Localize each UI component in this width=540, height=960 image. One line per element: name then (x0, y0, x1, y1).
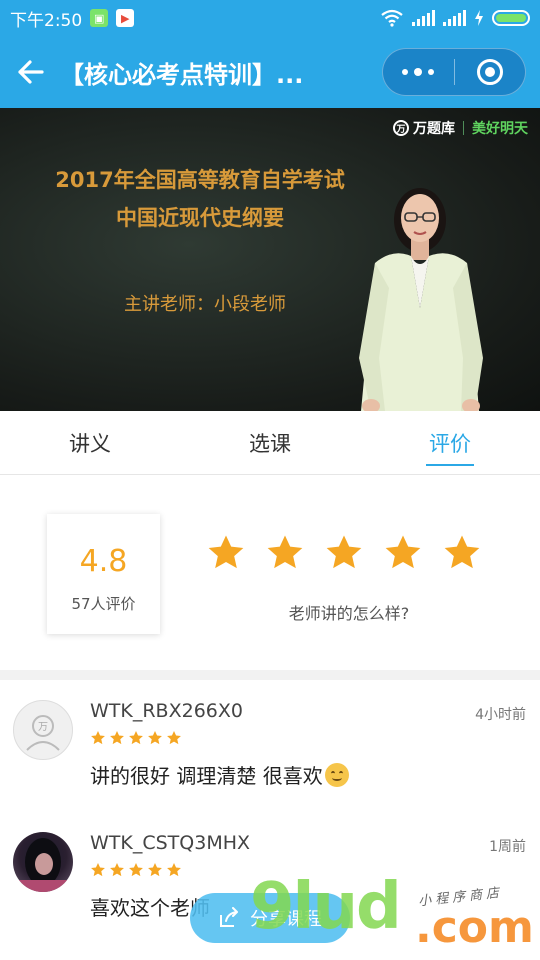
battery-icon (492, 10, 530, 26)
video-player[interactable]: 万 万题库 美好明天 2017年全国高等教育自学考试 中国近现代史纲要 主讲老师… (0, 108, 540, 411)
tab-label: 选课 (249, 431, 291, 456)
brand-name-2: 美好明天 (472, 121, 528, 137)
score-card: 4.8 57人评价 (47, 514, 160, 634)
page-title: 【核心必考点特训】... (60, 60, 304, 89)
comment-stars (90, 730, 182, 746)
user-photo-avatar[interactable] (13, 832, 73, 892)
star-rating-icon[interactable] (442, 533, 482, 573)
tab-reviews[interactable]: 评价 (360, 411, 540, 474)
more-button[interactable] (383, 49, 454, 95)
star-icon (148, 731, 162, 745)
back-arrow-icon (18, 60, 44, 84)
comment-username: WTK_CSTQ3MHX (90, 832, 251, 854)
brand-divider (463, 121, 464, 135)
comment-time: 4小时前 (475, 707, 526, 723)
signal-icon-2 (443, 10, 466, 26)
rating-summary: 4.8 57人评价 老师讲的怎么样? (0, 476, 540, 670)
close-mini-program-button[interactable] (455, 49, 526, 95)
sim-card-icon: ▣ (90, 9, 109, 27)
star-icon (167, 731, 181, 745)
nav-bar: 【核心必考点特训】... (0, 36, 540, 108)
rating-prompt: 老师讲的怎么样? (288, 604, 410, 623)
star-icon (167, 863, 181, 877)
comment-text: 讲的很好 调理清楚 很喜欢 (90, 764, 323, 788)
tab-label: 讲义 (69, 431, 111, 456)
tab-handout[interactable]: 讲义 (0, 411, 180, 474)
rating-count: 57人评价 (71, 595, 136, 613)
video-title-line-2: 中国近现代史纲要 (116, 206, 284, 230)
star-icon (110, 863, 124, 877)
share-icon (220, 907, 238, 927)
smiling-face-emoji (324, 762, 349, 787)
star-rating-icon[interactable] (265, 533, 305, 573)
share-course-button[interactable]: 分享课程 (190, 893, 350, 943)
video-brand: 万 万题库 美好明天 (393, 118, 528, 138)
star-icon (148, 863, 162, 877)
star-rating-icon[interactable] (206, 533, 246, 573)
more-dots-icon (402, 69, 409, 75)
comment-text-row: 讲的很好 调理清楚 很喜欢 (90, 760, 349, 789)
comment-item: 万 WTK_RBX266X0 4小时前 讲的很好 调理清楚 很喜欢 (0, 680, 540, 810)
play-store-icon: ▶ (116, 9, 135, 27)
comment-username: WTK_RBX266X0 (90, 700, 243, 722)
comment-time: 1周前 (489, 839, 526, 855)
star-icon (129, 731, 143, 745)
star-rating-icon[interactable] (324, 533, 364, 573)
average-score: 4.8 (79, 544, 128, 579)
mini-program-capsule (382, 48, 526, 96)
tab-bar: 讲义 选课 评价 (0, 411, 540, 475)
tab-courses[interactable]: 选课 (180, 411, 360, 474)
star-rating-icon[interactable] (383, 533, 423, 573)
status-time: 下午2:50 (10, 10, 83, 31)
default-avatar-icon[interactable]: 万 (13, 700, 73, 760)
target-circle-icon (476, 59, 503, 85)
video-title-line-1: 2017年全国高等教育自学考试 (55, 168, 345, 192)
status-bar: 下午2:50 ▣ ▶ (0, 0, 540, 36)
section-divider (0, 670, 540, 680)
wifi-icon (381, 9, 403, 27)
star-icon (110, 731, 124, 745)
comment-stars (90, 862, 182, 878)
star-icon (91, 863, 105, 877)
rating-stars-input (206, 533, 482, 573)
star-icon (129, 863, 143, 877)
wantiku-logo-icon: 万 (393, 120, 409, 136)
star-icon (91, 731, 105, 745)
svg-text:万: 万 (38, 722, 48, 733)
presenter-figure (359, 188, 483, 411)
back-button[interactable] (0, 36, 60, 108)
signal-icon (412, 10, 435, 26)
active-tab-indicator (426, 464, 474, 466)
brand-name-1: 万题库 (413, 121, 455, 137)
share-label: 分享课程 (250, 909, 322, 930)
charging-icon (475, 10, 483, 26)
tab-label: 评价 (429, 431, 471, 456)
